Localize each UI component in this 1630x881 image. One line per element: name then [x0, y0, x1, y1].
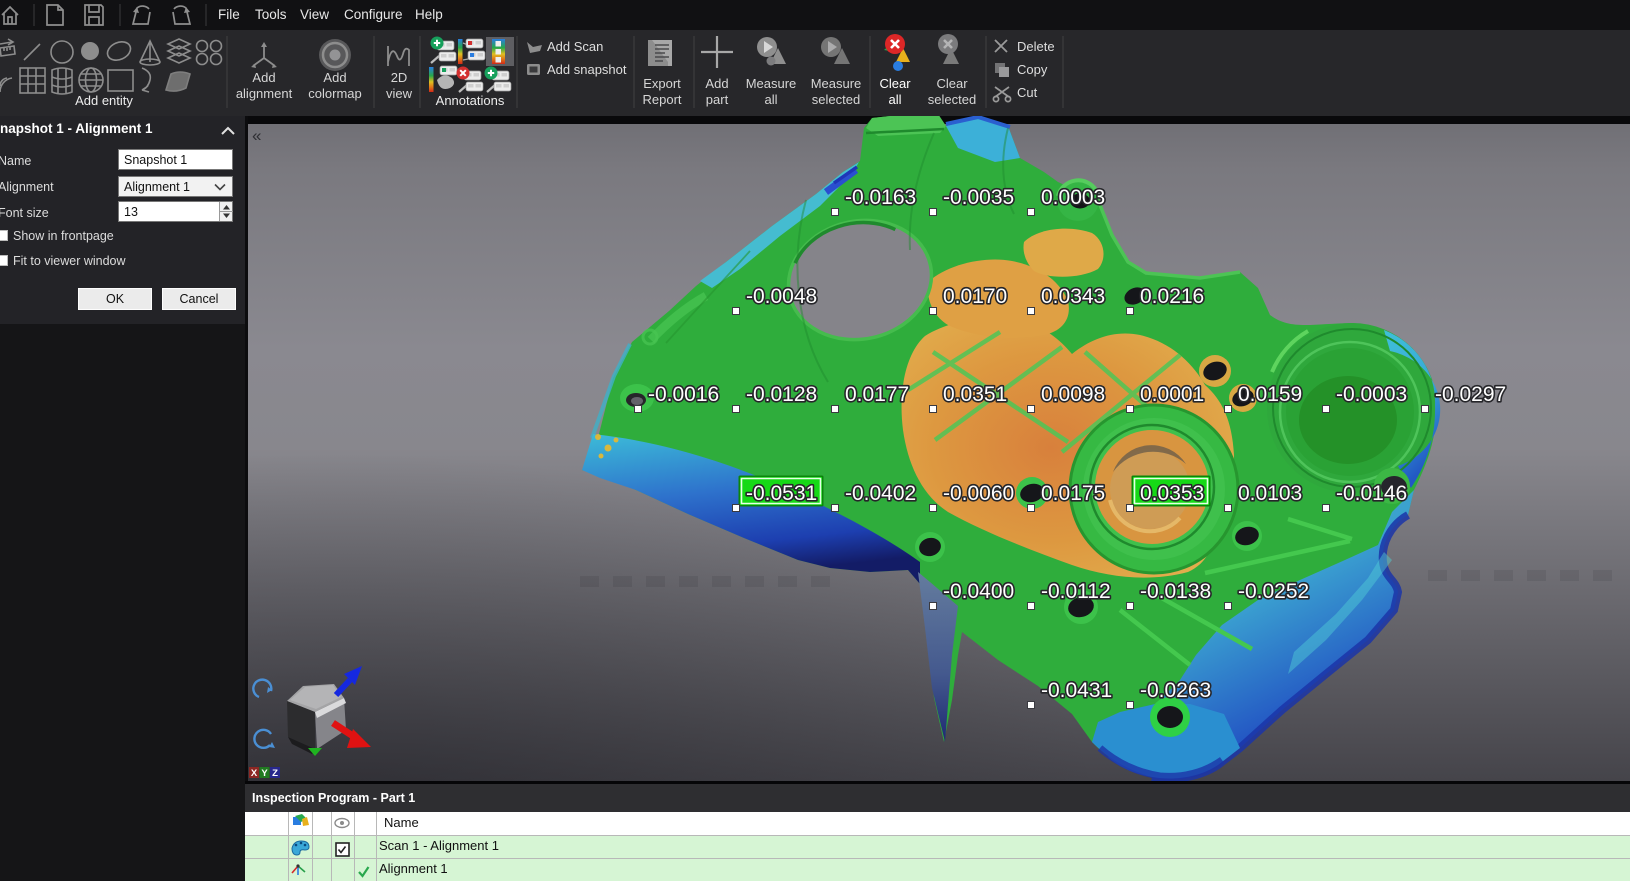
svg-text:colormap: colormap: [308, 86, 361, 101]
svg-text:0.0159: 0.0159: [1238, 383, 1302, 406]
svg-text:Add entity: Add entity: [75, 93, 133, 108]
svg-text:0.0103: 0.0103: [1238, 482, 1302, 505]
svg-text:0.0177: 0.0177: [845, 383, 909, 406]
svg-text:Add: Add: [323, 70, 346, 85]
svg-text:Export: Export: [643, 76, 681, 91]
svg-text:-0.0016: -0.0016: [648, 383, 719, 406]
svg-text:Help: Help: [415, 7, 443, 22]
svg-text:selected: selected: [928, 92, 976, 107]
svg-text:Add snapshot: Add snapshot: [547, 62, 627, 77]
svg-text:part: part: [706, 92, 729, 107]
svg-text:Delete: Delete: [1017, 39, 1055, 54]
svg-text:0.0098: 0.0098: [1041, 383, 1105, 406]
svg-text:-0.0035: -0.0035: [943, 186, 1014, 209]
svg-text:Report: Report: [642, 92, 681, 107]
svg-text:2D: 2D: [391, 70, 408, 85]
svg-text:View: View: [300, 7, 329, 22]
svg-text:0.0343: 0.0343: [1041, 285, 1105, 308]
svg-text:all: all: [888, 92, 901, 107]
svg-text:0.0170: 0.0170: [943, 285, 1007, 308]
svg-text:0.0351: 0.0351: [943, 383, 1007, 406]
svg-text:-0.0297: -0.0297: [1435, 383, 1506, 406]
svg-text:Cut: Cut: [1017, 85, 1038, 100]
svg-text:-0.0252: -0.0252: [1238, 580, 1309, 603]
svg-text:all: all: [764, 92, 777, 107]
svg-text:alignment: alignment: [236, 86, 293, 101]
svg-text:-0.0431: -0.0431: [1041, 679, 1112, 702]
svg-text:0.0216: 0.0216: [1140, 285, 1204, 308]
svg-text:-0.0112: -0.0112: [1041, 580, 1111, 603]
svg-text:Tools: Tools: [255, 7, 287, 22]
svg-text:Add: Add: [705, 76, 728, 91]
svg-text:-0.0402: -0.0402: [845, 482, 916, 505]
svg-text:Annotations: Annotations: [436, 93, 505, 108]
svg-text:Configure: Configure: [344, 7, 403, 22]
svg-text:-0.0146: -0.0146: [1336, 482, 1407, 505]
svg-text:Measure: Measure: [811, 76, 862, 91]
svg-text:0.0353: 0.0353: [1140, 482, 1204, 505]
svg-text:-0.0400: -0.0400: [943, 580, 1014, 603]
svg-text:-0.0060: -0.0060: [943, 482, 1014, 505]
svg-text:0.0175: 0.0175: [1041, 482, 1105, 505]
svg-text:Clear: Clear: [936, 76, 968, 91]
svg-text:0.0003: 0.0003: [1041, 186, 1105, 209]
svg-text:File: File: [218, 7, 240, 22]
svg-text:Clear: Clear: [879, 76, 911, 91]
svg-text:-0.0263: -0.0263: [1140, 679, 1211, 702]
svg-text:-0.0048: -0.0048: [746, 285, 817, 308]
svg-text:Add: Add: [252, 70, 275, 85]
svg-text:-0.0531: -0.0531: [746, 482, 817, 505]
svg-text:Add Scan: Add Scan: [547, 39, 603, 54]
svg-text:Y: Y: [261, 768, 268, 779]
svg-text:X: X: [251, 768, 258, 779]
svg-text:Copy: Copy: [1017, 62, 1048, 77]
svg-text:-0.0163: -0.0163: [845, 186, 916, 209]
svg-text:Z: Z: [272, 768, 278, 779]
svg-text:0.0001: 0.0001: [1140, 383, 1204, 406]
svg-text:Measure: Measure: [746, 76, 797, 91]
svg-text:view: view: [386, 86, 413, 101]
svg-text:-0.0003: -0.0003: [1336, 383, 1407, 406]
svg-text:«: «: [252, 126, 261, 145]
svg-text:-0.0128: -0.0128: [746, 383, 817, 406]
svg-text:-0.0138: -0.0138: [1140, 580, 1211, 603]
svg-text:selected: selected: [812, 92, 860, 107]
